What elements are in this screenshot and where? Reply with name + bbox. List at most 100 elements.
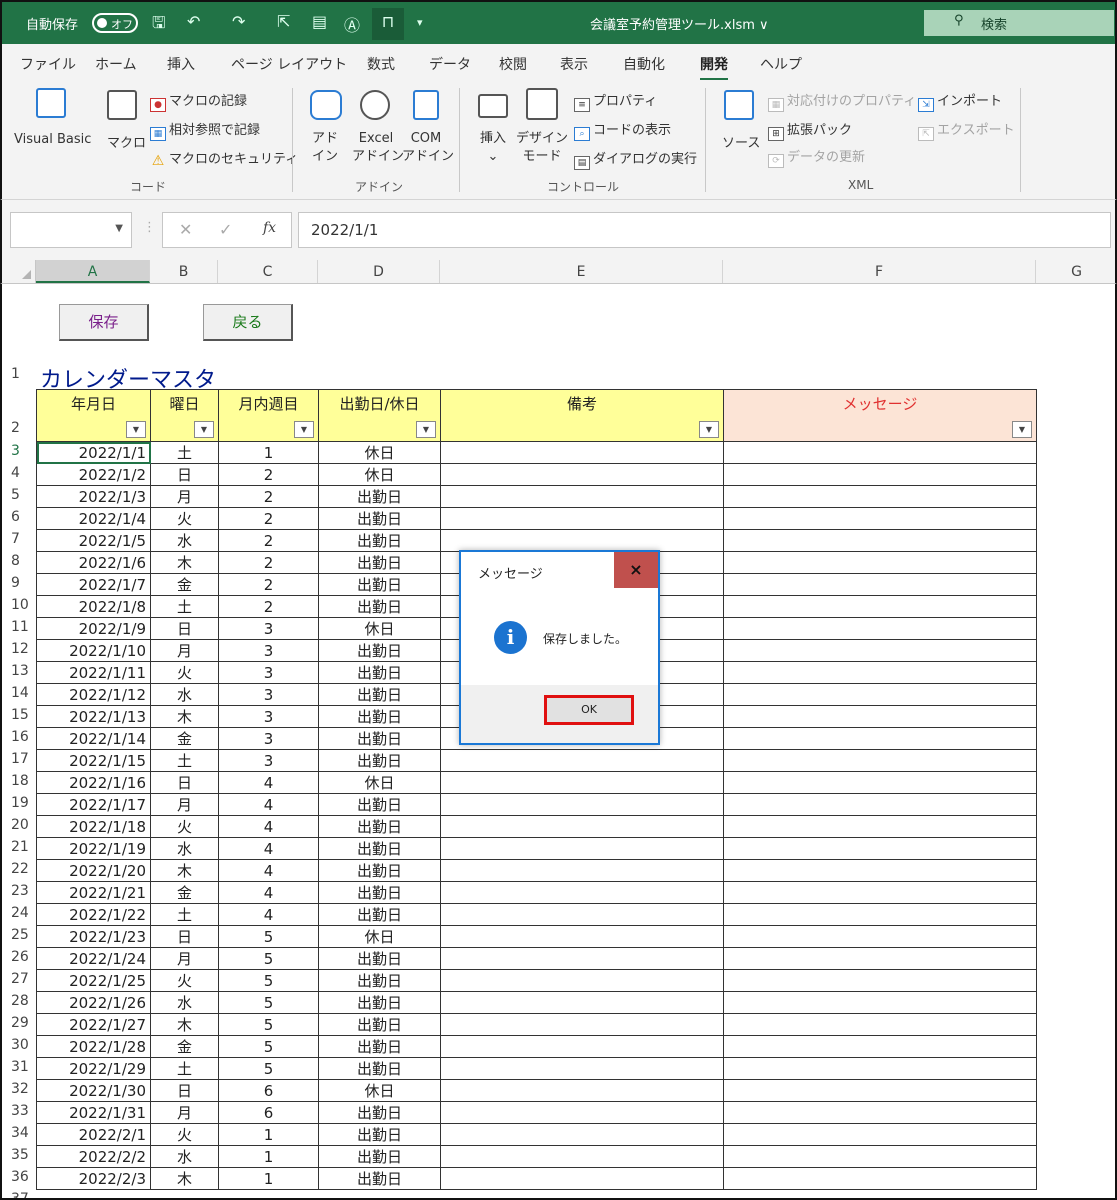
filter-icon[interactable]: ▼ [194, 421, 214, 438]
column-header-b[interactable]: B [150, 260, 218, 283]
cell-weekday[interactable]: 水 [150, 1145, 219, 1168]
row-header[interactable]: 8 [2, 553, 36, 569]
relative-references-button[interactable]: ▦ 相対参照で記録 [150, 119, 260, 141]
row-header[interactable]: 34 [2, 1125, 36, 1141]
cell-date[interactable]: 2022/1/26 [36, 991, 151, 1014]
cell-weekday[interactable]: 日 [150, 463, 219, 486]
cell-notes[interactable] [440, 441, 724, 464]
cell-message[interactable] [723, 1167, 1037, 1190]
filter-icon[interactable]: ▼ [294, 421, 314, 438]
cell-weekday[interactable]: 火 [150, 507, 219, 530]
cell-message[interactable] [723, 793, 1037, 816]
cell-notes[interactable] [440, 485, 724, 508]
cell-date[interactable]: 2022/1/11 [36, 661, 151, 684]
cell-date[interactable]: 2022/1/23 [36, 925, 151, 948]
cell-notes[interactable] [440, 1057, 724, 1080]
export-button[interactable]: ⇱ エクスポート [918, 119, 1015, 141]
row-header[interactable]: 14 [2, 685, 36, 701]
row-header[interactable]: 25 [2, 927, 36, 943]
cell-message[interactable] [723, 727, 1037, 750]
cell-weekday[interactable]: 金 [150, 573, 219, 596]
cell-message[interactable] [723, 991, 1037, 1014]
cell-week[interactable]: 5 [218, 969, 319, 992]
cell-status[interactable]: 出勤日 [318, 881, 441, 904]
cell-weekday[interactable]: 金 [150, 1035, 219, 1058]
cell-weekday[interactable]: 日 [150, 1079, 219, 1102]
cell-date[interactable]: 2022/1/1 [36, 441, 151, 464]
column-header-f[interactable]: F [723, 260, 1036, 283]
cell-message[interactable] [723, 463, 1037, 486]
cell-week[interactable]: 2 [218, 573, 319, 596]
cell-weekday[interactable]: 水 [150, 529, 219, 552]
cell-date[interactable]: 2022/1/8 [36, 595, 151, 618]
cell-message[interactable] [723, 529, 1037, 552]
row-header[interactable]: 29 [2, 1015, 36, 1031]
row-header[interactable]: 33 [2, 1103, 36, 1119]
cell-message[interactable] [723, 1057, 1037, 1080]
cell-message[interactable] [723, 947, 1037, 970]
cell-weekday[interactable]: 火 [150, 661, 219, 684]
cell-notes[interactable] [440, 1167, 724, 1190]
row-header[interactable]: 22 [2, 861, 36, 877]
view-code-button[interactable]: ⌕ コードの表示 [574, 119, 671, 141]
cell-week[interactable]: 5 [218, 1013, 319, 1036]
cell-week[interactable]: 6 [218, 1101, 319, 1124]
cell-notes[interactable] [440, 507, 724, 530]
cell-notes[interactable] [440, 529, 724, 552]
record-macro-button[interactable]: ● マクロの記録 [150, 90, 247, 112]
cell-weekday[interactable]: 水 [150, 991, 219, 1014]
cell-message[interactable] [723, 859, 1037, 882]
cell-week[interactable]: 1 [218, 441, 319, 464]
cell-week[interactable]: 3 [218, 639, 319, 662]
cell-weekday[interactable]: 水 [150, 837, 219, 860]
cell-week[interactable]: 4 [218, 903, 319, 926]
tab-review[interactable]: 校閲 [499, 54, 527, 74]
cell-message[interactable] [723, 1079, 1037, 1102]
cell-week[interactable]: 2 [218, 463, 319, 486]
name-box[interactable]: ▼ [10, 212, 132, 248]
undo-icon[interactable]: ↶ [187, 12, 200, 31]
cell-message[interactable] [723, 837, 1037, 860]
row-header[interactable]: 1 [2, 366, 36, 382]
close-icon[interactable]: × [614, 552, 658, 588]
cancel-icon[interactable]: ✕ [179, 220, 192, 239]
row-header[interactable]: 3 [2, 443, 36, 459]
search-box[interactable]: ⚲ 検索 [924, 10, 1114, 36]
cell-week[interactable]: 6 [218, 1079, 319, 1102]
cell-date[interactable]: 2022/1/18 [36, 815, 151, 838]
row-header[interactable]: 9 [2, 575, 36, 591]
filter-icon[interactable]: ▼ [126, 421, 146, 438]
cell-weekday[interactable]: 土 [150, 1057, 219, 1080]
cell-week[interactable]: 4 [218, 771, 319, 794]
cell-message[interactable] [723, 1101, 1037, 1124]
cell-weekday[interactable]: 日 [150, 925, 219, 948]
cell-weekday[interactable]: 木 [150, 551, 219, 574]
redo-icon[interactable]: ↷ [232, 12, 245, 31]
cell-date[interactable]: 2022/1/31 [36, 1101, 151, 1124]
cell-weekday[interactable]: 金 [150, 881, 219, 904]
cell-status[interactable]: 出勤日 [318, 749, 441, 772]
cell-notes[interactable] [440, 859, 724, 882]
cell-notes[interactable] [440, 969, 724, 992]
cell-notes[interactable] [440, 1101, 724, 1124]
cell-message[interactable] [723, 925, 1037, 948]
expansion-packs-button[interactable]: ⊞ 拡張パック [768, 119, 852, 141]
cell-weekday[interactable]: 月 [150, 793, 219, 816]
cell-date[interactable]: 2022/1/9 [36, 617, 151, 640]
cell-weekday[interactable]: 土 [150, 441, 219, 464]
cell-weekday[interactable]: 日 [150, 771, 219, 794]
enter-icon[interactable]: ✓ [219, 220, 232, 239]
cell-status[interactable]: 出勤日 [318, 1145, 441, 1168]
cell-notes[interactable] [440, 837, 724, 860]
cell-week[interactable]: 4 [218, 837, 319, 860]
cell-status[interactable]: 出勤日 [318, 551, 441, 574]
cell-notes[interactable] [440, 925, 724, 948]
back-button[interactable]: 戻る [203, 304, 293, 341]
row-header[interactable]: 4 [2, 465, 36, 481]
cell-week[interactable]: 1 [218, 1167, 319, 1190]
cell-message[interactable] [723, 661, 1037, 684]
cell-weekday[interactable]: 水 [150, 683, 219, 706]
cell-date[interactable]: 2022/1/10 [36, 639, 151, 662]
column-header-g[interactable]: G [1036, 260, 1117, 283]
cell-message[interactable] [723, 749, 1037, 772]
